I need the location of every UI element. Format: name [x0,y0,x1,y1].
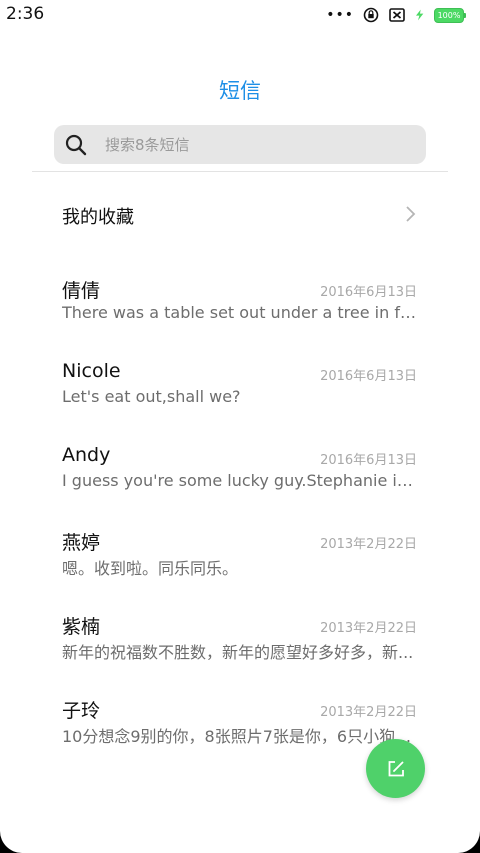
sim-off-icon [389,8,405,22]
conversation-date: 2013年2月22日 [320,705,417,720]
divider [32,171,448,172]
conversation-name: 倩倩 [62,280,101,302]
conversation-snippet: I guess you're some lucky guy.Stephanie … [62,471,418,490]
conversation-snippet: 新年的祝福数不胜数，新年的愿望好多好多，新... [62,643,414,662]
conversation-snippet: 10分想念9别的你，8张照片7张是你，6只小狗5只... [62,727,418,746]
search-icon [65,134,87,155]
page-title: 短信 [219,79,261,103]
rotation-lock-icon [363,7,379,23]
conversation-name: Andy [62,444,111,466]
conversation-item[interactable]: 燕婷 2013年2月22日 嗯。收到啦。同乐同乐。 [0,528,480,600]
conversation-date: 2016年6月13日 [320,453,417,468]
conversation-snippet: Let's eat out,shall we? [62,387,241,406]
battery-tip [464,12,466,18]
conversation-item[interactable]: Nicole 2016年6月13日 Let's eat out,shall we… [0,360,480,432]
conversation-name: 燕婷 [62,532,101,554]
compose-button[interactable] [366,739,425,798]
status-time: 2:36 [6,4,45,24]
chevron-right-icon [406,206,416,222]
conversation-name: 紫楠 [62,616,101,638]
conversation-date: 2013年2月22日 [320,621,417,636]
favorites-row[interactable]: 我的收藏 [0,187,480,242]
conversation-date: 2013年2月22日 [320,537,417,552]
conversation-date: 2016年6月13日 [320,285,417,300]
more-notifications-indicator: ••• [326,7,354,23]
battery-icon: 100% [434,7,466,23]
conversation-name: 子玲 [62,700,101,722]
battery-level: 100% [434,7,464,23]
search-placeholder: 搜索8条短信 [105,136,190,154]
charging-icon [416,9,424,21]
sms-screen: 2:36 ••• 100% 短信 搜索8条短信 我的收藏 倩倩 2016年6月1… [0,0,480,853]
conversation-snippet: There was a table set out under a tree i… [62,303,418,322]
status-icons: ••• 100% [326,6,466,24]
search-input[interactable]: 搜索8条短信 [54,125,426,164]
conversation-item[interactable]: 倩倩 2016年6月13日 There was a table set out … [0,276,480,348]
favorites-label: 我的收藏 [62,207,134,228]
compose-icon [388,760,404,776]
status-bar: 2:36 ••• 100% [0,0,480,30]
conversation-date: 2016年6月13日 [320,369,417,384]
conversation-snippet: 嗯。收到啦。同乐同乐。 [62,559,239,578]
conversation-item[interactable]: 紫楠 2013年2月22日 新年的祝福数不胜数，新年的愿望好多好多，新... [0,612,480,684]
conversation-name: Nicole [62,360,121,382]
conversation-item[interactable]: Andy 2016年6月13日 I guess you're some luck… [0,444,480,516]
